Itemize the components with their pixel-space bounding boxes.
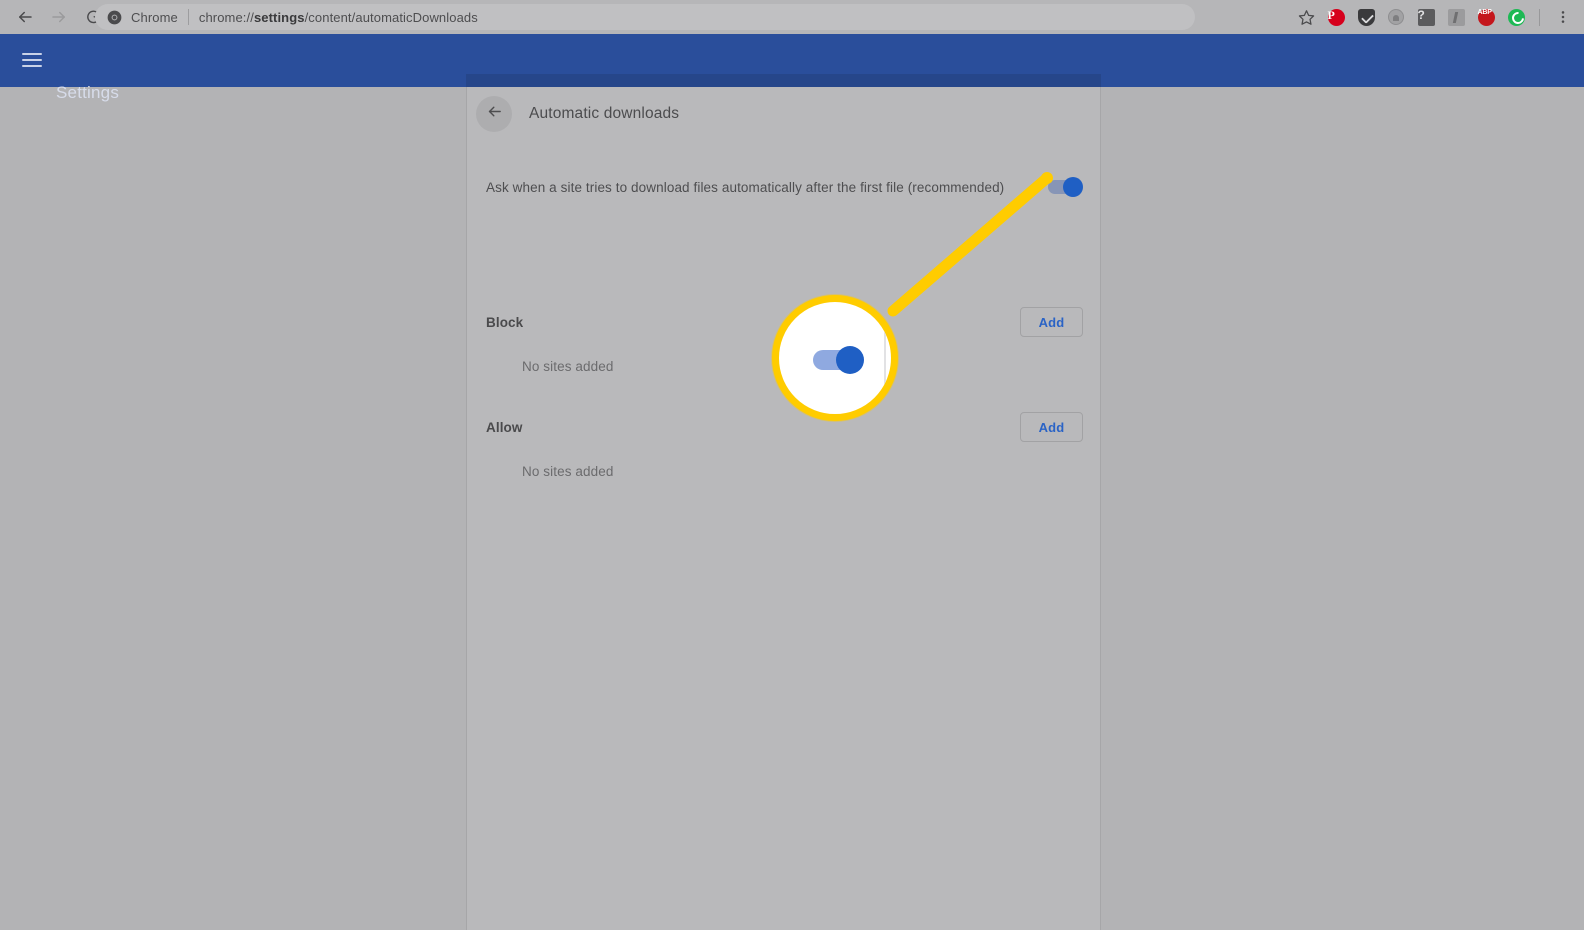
toolbar-divider bbox=[1539, 8, 1540, 26]
toggle-knob bbox=[1063, 177, 1083, 197]
chrome-menu-button[interactable] bbox=[1548, 2, 1578, 32]
three-dot-menu-icon bbox=[1555, 9, 1571, 25]
forward-arrow-icon bbox=[50, 8, 68, 26]
block-section-label: Block bbox=[486, 314, 524, 330]
adblock-plus-extension-button[interactable]: ABP bbox=[1471, 2, 1501, 32]
page-header: Automatic downloads bbox=[476, 96, 679, 132]
allow-section-row: Allow Add bbox=[486, 403, 1083, 451]
pocket-extension-icon bbox=[1357, 8, 1375, 26]
forward-button[interactable] bbox=[42, 0, 76, 34]
generic-extension-icon bbox=[1388, 9, 1404, 25]
bookmark-star-icon bbox=[1298, 9, 1315, 26]
allow-section-label: Allow bbox=[486, 419, 523, 435]
block-empty-text: No sites added bbox=[522, 359, 614, 374]
green-extension-icon bbox=[1507, 8, 1525, 26]
url-bold-part: settings bbox=[253, 9, 305, 25]
toolbar-right-icons: P ? ABP bbox=[1291, 0, 1584, 34]
help-extension-icon: ? bbox=[1417, 8, 1435, 26]
magnified-toggle-knob bbox=[836, 346, 864, 374]
back-button[interactable] bbox=[8, 0, 42, 34]
allow-empty-text: No sites added bbox=[522, 464, 614, 479]
adblock-plus-extension-icon: ABP bbox=[1477, 8, 1495, 26]
bookmark-star-button[interactable] bbox=[1291, 2, 1321, 32]
pinterest-extension-button[interactable]: P bbox=[1321, 2, 1351, 32]
pinterest-extension-icon: P bbox=[1327, 8, 1345, 26]
callout-magnifier-circle bbox=[772, 295, 898, 421]
chrome-logo-icon bbox=[107, 10, 122, 25]
allow-add-button[interactable]: Add bbox=[1020, 412, 1083, 442]
settings-header-bar: Settings Search settings bbox=[0, 34, 1584, 116]
gray-extension-icon bbox=[1447, 8, 1465, 26]
generic-extension-button[interactable] bbox=[1381, 2, 1411, 32]
url-suffix: /content/automaticDownloads bbox=[304, 9, 478, 25]
page-back-button[interactable] bbox=[476, 96, 512, 132]
magnified-toggle bbox=[813, 346, 864, 374]
hamburger-menu-icon[interactable] bbox=[22, 50, 42, 70]
gray-extension-button[interactable] bbox=[1441, 2, 1471, 32]
omnibox-divider bbox=[187, 9, 189, 25]
browser-toolbar: Chrome chrome://settings/content/automat… bbox=[0, 0, 1584, 34]
omnibox-scheme-label: Chrome bbox=[131, 9, 178, 25]
block-add-button[interactable]: Add bbox=[1020, 307, 1083, 337]
settings-content-card: Automatic downloads Ask when a site trie… bbox=[466, 87, 1101, 930]
screenshot-root: Chrome chrome://settings/content/automat… bbox=[0, 0, 1584, 930]
back-arrow-icon bbox=[486, 103, 503, 125]
page-title: Automatic downloads bbox=[529, 105, 680, 122]
magnified-card-edge bbox=[884, 302, 886, 414]
ask-setting-row: Ask when a site tries to download files … bbox=[486, 166, 1083, 208]
omnibox-url-text: chrome://settings/content/automaticDownl… bbox=[199, 10, 478, 25]
ask-automatic-downloads-toggle[interactable] bbox=[1048, 177, 1083, 197]
green-extension-button[interactable] bbox=[1501, 2, 1531, 32]
help-extension-button[interactable]: ? bbox=[1411, 2, 1441, 32]
address-bar[interactable]: Chrome chrome://settings/content/automat… bbox=[95, 4, 1195, 30]
settings-title: Settings bbox=[56, 83, 120, 102]
back-arrow-icon bbox=[16, 8, 34, 26]
url-prefix: chrome:// bbox=[198, 9, 254, 25]
pocket-extension-button[interactable] bbox=[1351, 2, 1381, 32]
ask-setting-label: Ask when a site tries to download files … bbox=[486, 179, 1005, 195]
